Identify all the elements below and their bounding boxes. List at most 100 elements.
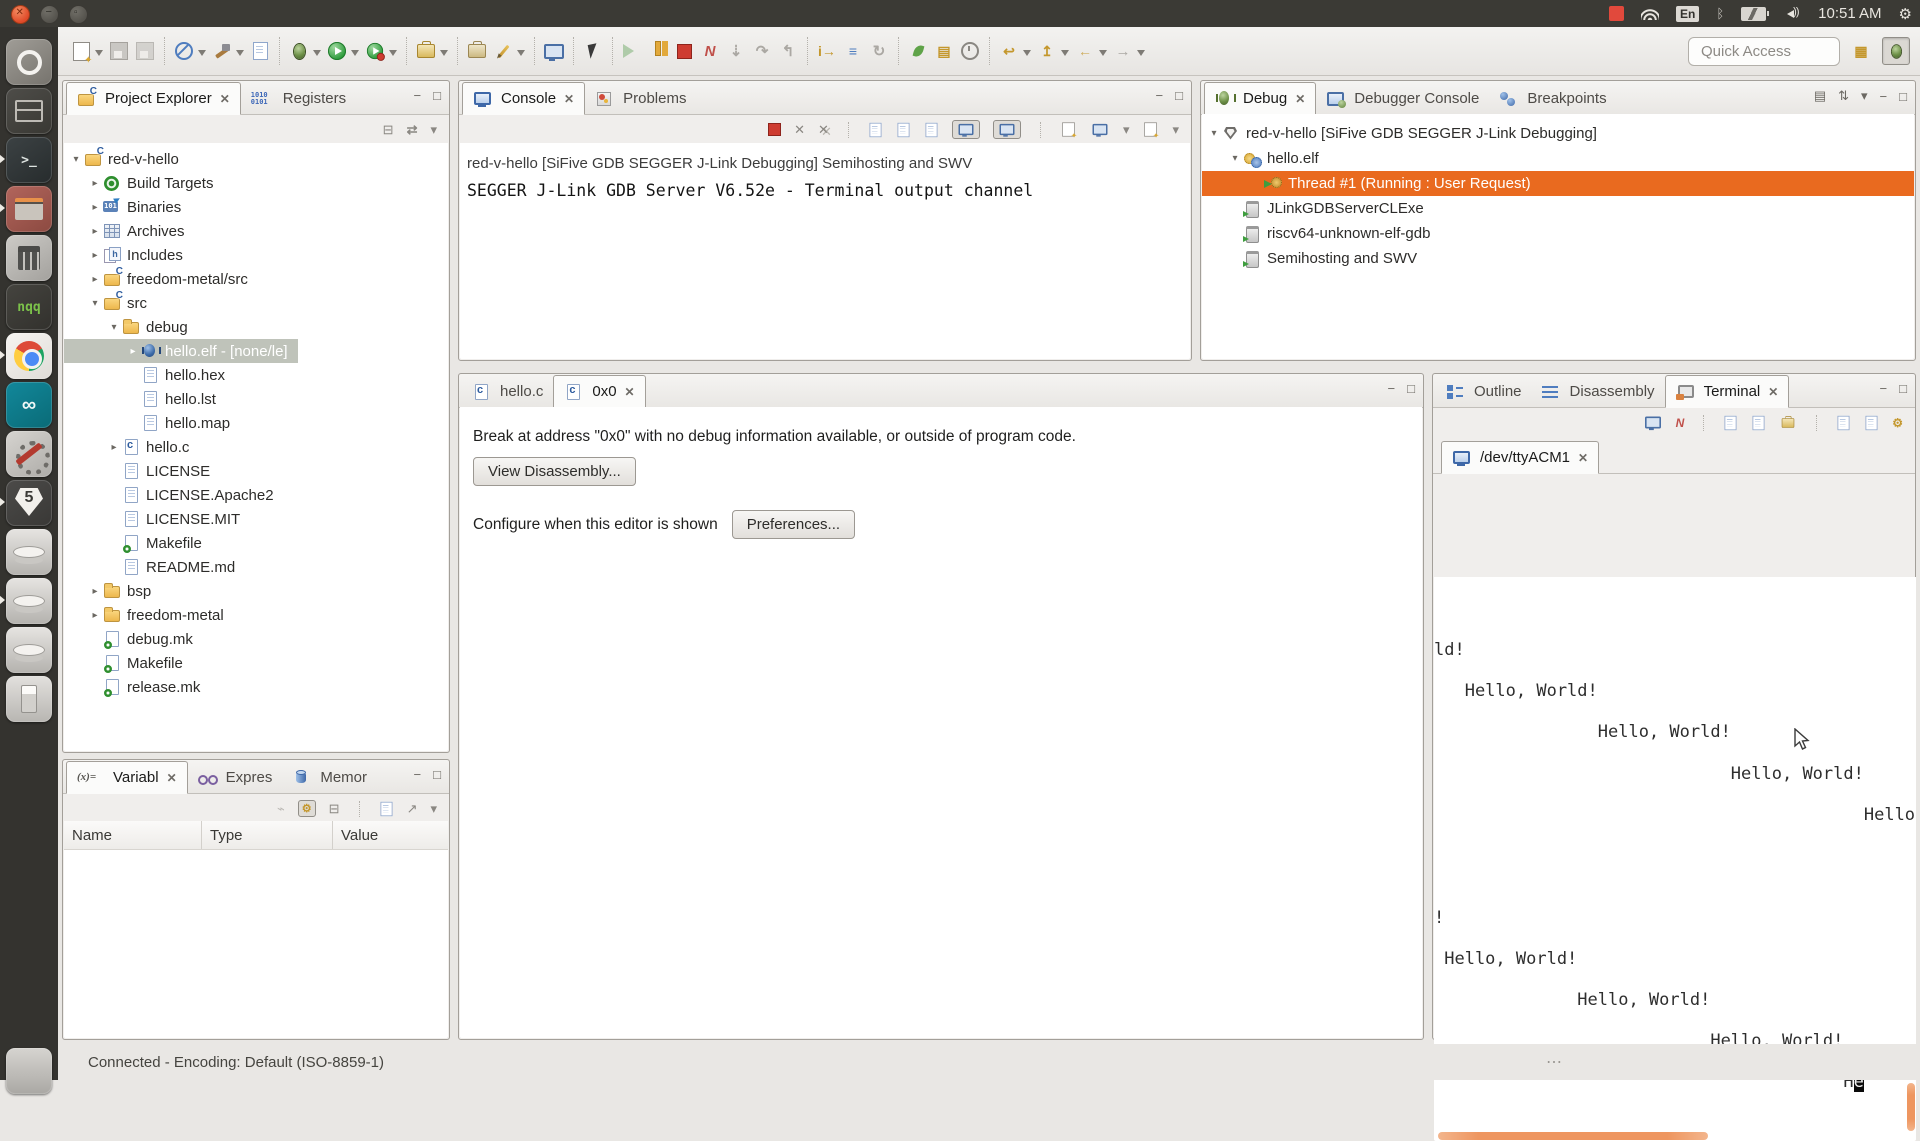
maximize-view-icon[interactable]: □ bbox=[1899, 381, 1907, 396]
debug-tree-row[interactable]: Thread #1 (Running : User Request) bbox=[1202, 171, 1914, 196]
open-terminal-icon[interactable] bbox=[1643, 415, 1663, 430]
vertical-scrollbar[interactable] bbox=[1907, 1083, 1915, 1131]
refresh-debug-button[interactable]: ↻ bbox=[867, 39, 891, 63]
debug-view-layout-icon[interactable]: ▤ bbox=[1814, 88, 1826, 104]
tree-row[interactable]: ▸ Binaries bbox=[64, 195, 448, 219]
tree-row[interactable]: ▸ Archives bbox=[64, 219, 448, 243]
debug-tree-row[interactable]: riscv64-unknown-elf-gdb bbox=[1202, 221, 1914, 246]
tree-row[interactable]: ▸ Build Targets bbox=[64, 171, 448, 195]
tree-row[interactable]: hello.lst bbox=[64, 387, 448, 411]
show-type-names-icon[interactable]: ⌁ bbox=[277, 801, 285, 817]
tree-row[interactable]: ▾ red-v-hello bbox=[64, 147, 448, 171]
view-disassembly-button[interactable]: View Disassembly... bbox=[473, 457, 636, 486]
tree-row[interactable]: ▾ src bbox=[64, 291, 448, 315]
battery-icon[interactable] bbox=[1741, 7, 1766, 21]
launcher-item-terminal[interactable]: >_ bbox=[6, 137, 52, 183]
minimize-view-icon[interactable]: − bbox=[414, 767, 422, 782]
memory-view-button[interactable]: ≡ bbox=[841, 39, 865, 63]
tab-breakpoints[interactable]: Breakpoints bbox=[1489, 83, 1616, 114]
display-selected-console-icon[interactable] bbox=[1090, 122, 1110, 137]
collapse-all-icon[interactable]: ⊟ bbox=[383, 122, 394, 138]
tree-row[interactable]: LICENSE bbox=[64, 459, 448, 483]
collapse-stack-icon[interactable]: ⇅ bbox=[1838, 88, 1849, 104]
open-perspective-button[interactable]: ▦ bbox=[1848, 38, 1874, 64]
quick-access-input[interactable]: Quick Access bbox=[1688, 37, 1840, 66]
open-console-icon[interactable] bbox=[1142, 120, 1159, 139]
terminate-button[interactable] bbox=[672, 39, 696, 63]
launcher-item-file-archive[interactable] bbox=[6, 186, 52, 232]
maximize-view-icon[interactable]: □ bbox=[1899, 89, 1907, 104]
next-annotation-button[interactable]: ↥ bbox=[1035, 39, 1059, 63]
debug-tree-row[interactable]: Semihosting and SWV bbox=[1202, 246, 1914, 271]
run-config-button[interactable] bbox=[363, 39, 387, 63]
resume-button[interactable] bbox=[620, 39, 644, 63]
build-all-button[interactable] bbox=[248, 39, 272, 63]
tree-row[interactable]: LICENSE.MIT bbox=[64, 507, 448, 531]
add-watchpoint-icon[interactable] bbox=[379, 800, 394, 818]
debug-tree-row[interactable]: ▾ red-v-hello [SiFive GDB SEGGER J-Link … bbox=[1202, 121, 1914, 146]
tab-debug[interactable]: Debug ✕ bbox=[1204, 82, 1316, 115]
tree-row[interactable]: ▸ Includes bbox=[64, 243, 448, 267]
wifi-icon[interactable] bbox=[1641, 7, 1659, 20]
minimize-view-icon[interactable]: − bbox=[1880, 89, 1888, 104]
new-wizard-button[interactable] bbox=[69, 39, 93, 63]
clear-console-icon[interactable] bbox=[868, 121, 883, 139]
run-config-dropdown-icon[interactable] bbox=[389, 50, 397, 60]
tree-row[interactable]: Makefile bbox=[64, 651, 448, 675]
launcher-item-chrome[interactable] bbox=[6, 333, 52, 379]
external-tools-dropdown-icon[interactable] bbox=[440, 50, 448, 60]
view-menu-icon[interactable]: ▾ bbox=[1861, 88, 1868, 104]
tree-row[interactable]: Makefile bbox=[64, 531, 448, 555]
launcher-item-freedom-studio-sifive[interactable] bbox=[6, 480, 52, 526]
column-type[interactable]: Type bbox=[202, 821, 333, 849]
launcher-item-trash[interactable] bbox=[6, 1048, 52, 1094]
profile-button[interactable] bbox=[906, 39, 930, 63]
column-name[interactable]: Name bbox=[64, 821, 202, 849]
new-dropdown-icon[interactable] bbox=[95, 50, 103, 60]
clear-terminal-icon[interactable] bbox=[1751, 414, 1766, 432]
last-edit-dropdown-icon[interactable] bbox=[1023, 50, 1031, 60]
instruction-stepping-button[interactable]: i→ bbox=[815, 39, 839, 63]
debug-dropdown-icon[interactable] bbox=[313, 50, 321, 60]
tab-terminal[interactable]: Terminal ✕ bbox=[1665, 375, 1790, 408]
launcher-item-calculator[interactable] bbox=[6, 235, 52, 281]
session-gear-icon[interactable]: ⚙ bbox=[1899, 5, 1912, 23]
clock[interactable]: 10:51 AM bbox=[1818, 5, 1881, 22]
window-minimize-button[interactable] bbox=[40, 5, 59, 24]
tab-hello-c[interactable]: hello.c bbox=[462, 376, 553, 407]
tree-row[interactable]: ▸ hello.c bbox=[64, 435, 448, 459]
minimize-view-icon[interactable]: − bbox=[414, 88, 422, 103]
lock-icon[interactable] bbox=[1779, 416, 1797, 430]
tab-problems[interactable]: Problems bbox=[585, 83, 696, 114]
view-menu-icon[interactable]: ▾ bbox=[430, 801, 437, 817]
back-button[interactable]: ← bbox=[1073, 39, 1097, 63]
remove-all-terminated-icon[interactable]: ✕ bbox=[818, 122, 829, 138]
scroll-lock-icon[interactable]: N bbox=[1676, 416, 1685, 430]
copy-icon[interactable] bbox=[1723, 414, 1738, 432]
maximize-view-icon[interactable]: □ bbox=[1175, 88, 1183, 103]
keyboard-layout-indicator[interactable]: En bbox=[1676, 6, 1699, 22]
tree-row[interactable]: hello.map bbox=[64, 411, 448, 435]
word-wrap-icon[interactable] bbox=[924, 121, 939, 139]
open-console-button[interactable] bbox=[542, 39, 566, 63]
launcher-item-disk-3[interactable] bbox=[6, 627, 52, 673]
back-dropdown-icon[interactable] bbox=[1099, 50, 1107, 60]
close-icon[interactable]: ✕ bbox=[167, 771, 177, 785]
pin-console-icon[interactable] bbox=[993, 120, 1021, 139]
horizontal-scrollbar[interactable] bbox=[1438, 1132, 1708, 1140]
close-icon[interactable]: ✕ bbox=[1768, 385, 1778, 399]
tab-outline[interactable]: Outline bbox=[1436, 376, 1532, 407]
history-button[interactable] bbox=[958, 39, 982, 63]
restart-button[interactable]: N bbox=[698, 39, 722, 63]
disconnect-icon[interactable]: ⚙ bbox=[1892, 416, 1903, 430]
link-with-editor-icon[interactable]: ⇄ bbox=[407, 122, 418, 138]
tab-0x0[interactable]: 0x0 ✕ bbox=[553, 375, 645, 408]
open-console-dropdown-icon[interactable]: ▾ bbox=[1172, 122, 1179, 138]
tree-row[interactable]: LICENSE.Apache2 bbox=[64, 483, 448, 507]
launcher-item-ubuntu-dash[interactable] bbox=[6, 39, 52, 85]
view-menu-icon[interactable]: ▾ bbox=[430, 122, 437, 138]
bluetooth-icon[interactable]: ᛒ bbox=[1716, 6, 1724, 21]
last-edit-button[interactable]: ↩ bbox=[997, 39, 1021, 63]
close-icon[interactable]: ✕ bbox=[1578, 451, 1588, 465]
preferences-button[interactable]: Preferences... bbox=[732, 510, 855, 539]
